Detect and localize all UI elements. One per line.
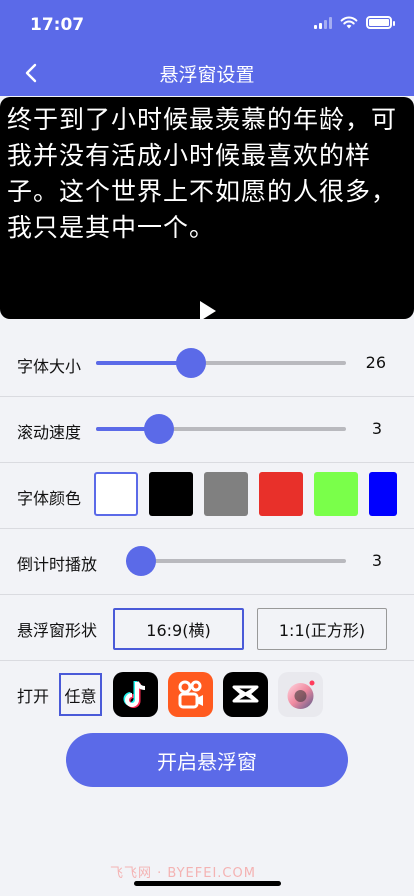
- shape-1-1-button[interactable]: 1:1(正方形): [257, 608, 387, 650]
- countdown-slider[interactable]: [126, 544, 346, 578]
- open-with-row: 打开 任意: [0, 661, 414, 727]
- battery-icon: [366, 16, 395, 29]
- tiktok-app-icon[interactable]: [113, 672, 158, 717]
- slider-thumb[interactable]: [176, 348, 206, 378]
- scroll-speed-value: 3: [371, 419, 382, 438]
- window-shape-label: 悬浮窗形状: [17, 621, 98, 640]
- app-header: 17:07 悬浮窗设置: [0, 0, 414, 96]
- window-shape-row: 悬浮窗形状 16:9(横) 1:1(正方形): [0, 595, 414, 661]
- color-swatch[interactable]: [259, 472, 303, 516]
- wifi-icon: [340, 16, 358, 29]
- color-swatch[interactable]: [94, 472, 138, 516]
- camera-app-icon[interactable]: [278, 672, 323, 717]
- font-color-label: 字体颜色: [17, 489, 82, 508]
- start-floating-window-button[interactable]: 开启悬浮窗: [66, 733, 348, 787]
- slider-thumb[interactable]: [126, 546, 156, 576]
- font-size-value: 26: [365, 353, 386, 372]
- status-bar: 17:07: [0, 0, 414, 48]
- open-any-button[interactable]: 任意: [59, 673, 102, 716]
- preview-text: 终于到了小时候最羡慕的年龄，可我并没有活成小时候最喜欢的样子。这个世界上不如愿的…: [7, 105, 398, 242]
- play-icon[interactable]: [198, 299, 218, 319]
- status-icons: [314, 16, 395, 29]
- font-size-row: 字体大小 26: [0, 331, 414, 397]
- page-title: 悬浮窗设置: [159, 64, 255, 86]
- font-size-slider[interactable]: [96, 346, 346, 380]
- color-swatch[interactable]: [204, 472, 248, 516]
- watermark: 飞飞网 · BYEFEI.COM: [110, 866, 256, 881]
- color-swatch[interactable]: [314, 472, 358, 516]
- subtitle-preview[interactable]: 终于到了小时候最羡慕的年龄，可我并没有活成小时候最喜欢的样子。这个世界上不如愿的…: [0, 97, 414, 319]
- capcut-app-icon[interactable]: [223, 672, 268, 717]
- color-swatch[interactable]: [369, 472, 397, 516]
- font-size-label: 字体大小: [17, 357, 82, 376]
- nav-bar: 悬浮窗设置: [0, 48, 414, 96]
- scroll-speed-row: 滚动速度 3: [0, 397, 414, 463]
- kuaishou-app-icon[interactable]: [168, 672, 213, 717]
- countdown-row: 倒计时播放 3: [0, 529, 414, 595]
- color-swatch[interactable]: [149, 472, 193, 516]
- countdown-label: 倒计时播放: [17, 555, 98, 574]
- cellular-signal-icon: [314, 16, 332, 29]
- font-color-row: 字体颜色: [0, 463, 414, 529]
- open-with-label: 打开: [17, 687, 50, 706]
- home-indicator: [134, 881, 281, 886]
- shape-16-9-button[interactable]: 16:9(横): [113, 608, 244, 650]
- slider-track: [126, 559, 346, 563]
- countdown-value: 3: [371, 551, 382, 570]
- status-time: 17:07: [30, 15, 85, 35]
- slider-thumb[interactable]: [143, 414, 174, 444]
- scroll-speed-slider[interactable]: [96, 412, 346, 446]
- scroll-speed-label: 滚动速度: [17, 423, 82, 442]
